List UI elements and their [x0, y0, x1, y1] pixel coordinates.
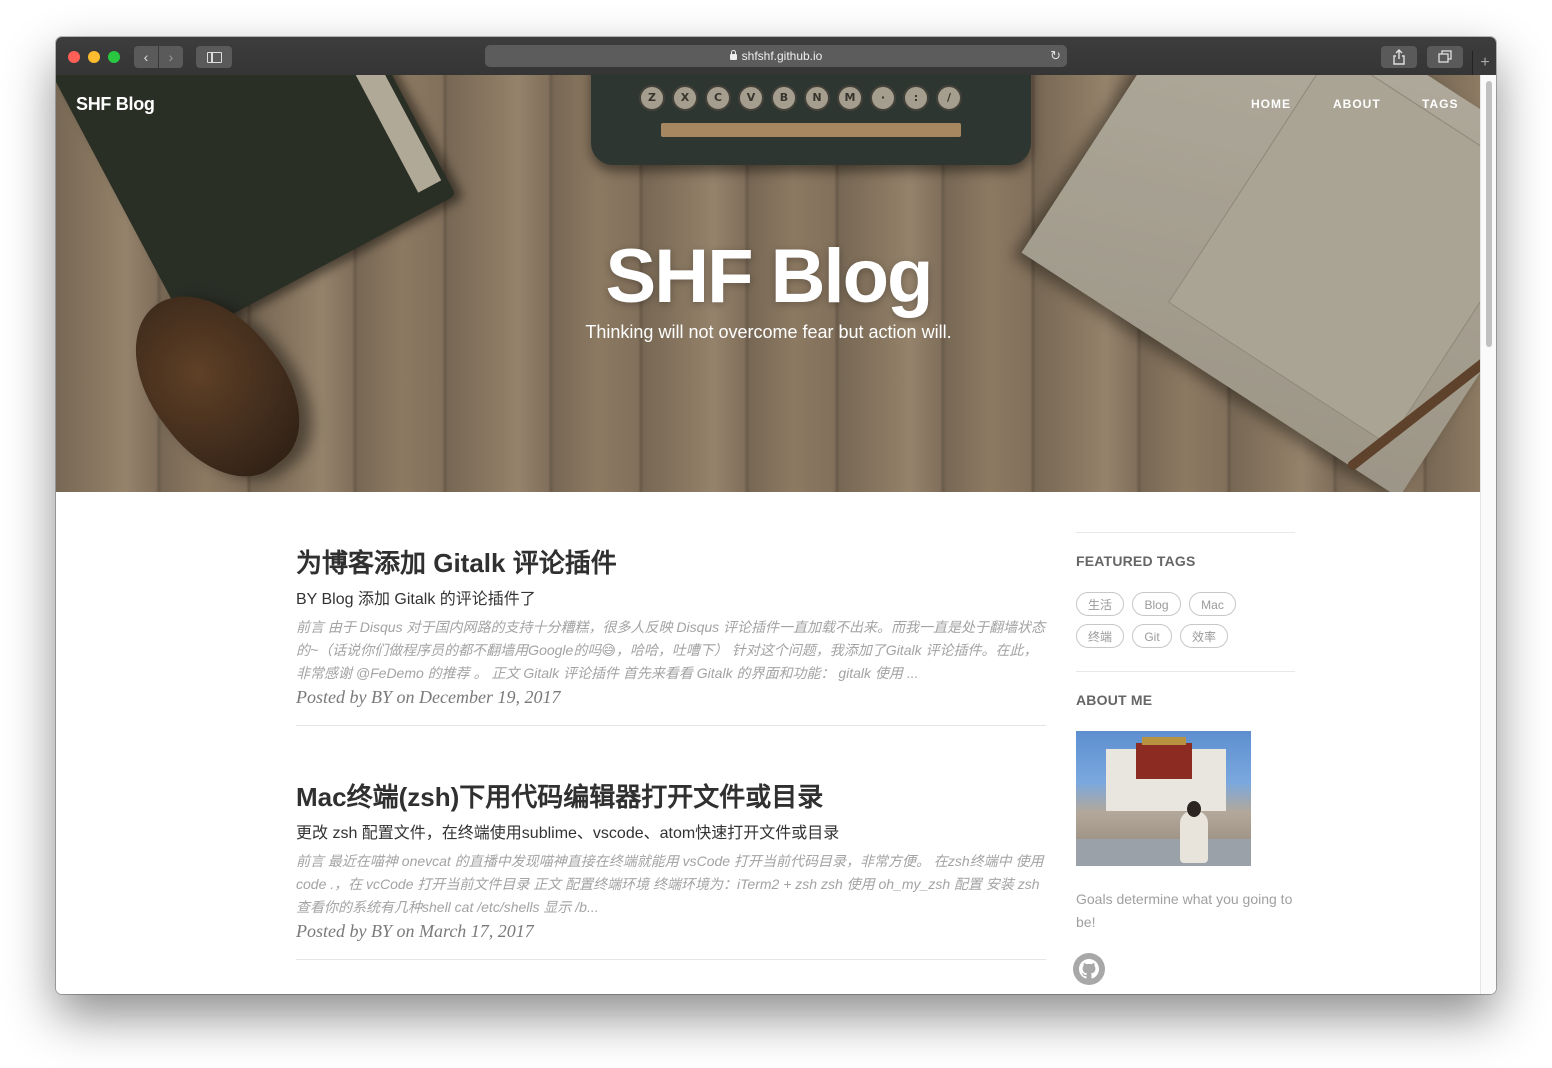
site-brand[interactable]: SHF Blog	[76, 94, 155, 115]
tag-link[interactable]: Mac	[1189, 592, 1236, 616]
share-button[interactable]	[1381, 46, 1417, 68]
divider	[1076, 532, 1295, 533]
sidebar-icon	[207, 52, 222, 63]
featured-tags-heading: FEATURED TAGS	[1076, 553, 1196, 569]
back-button[interactable]: ‹	[134, 46, 158, 68]
tag-link[interactable]: Git	[1132, 624, 1172, 648]
tab-overview-button[interactable]	[1427, 46, 1463, 68]
plus-icon: +	[1480, 54, 1490, 71]
post-excerpt[interactable]: 前言 由于 Disqus 对于国内网路的支持十分糟糕，很多人反映 Disqus …	[296, 616, 1046, 685]
chevron-left-icon: ‹	[143, 49, 149, 65]
browser-window: ‹ › shfshf.github.io ↻ + Z X C V B N M ·…	[56, 37, 1496, 994]
github-icon	[1079, 959, 1099, 979]
post-subtitle[interactable]: 更改 zsh 配置文件，在终端使用sublime、vscode、atom快速打开…	[296, 819, 839, 843]
web-page: Z X C V B N M ·: / SHF Blog HOME ABOUT TAGS SHF …	[56, 75, 1496, 994]
post-subtitle[interactable]: BY Blog 添加 Gitalk 的评论插件了	[296, 585, 536, 609]
scrollbar-thumb[interactable]	[1486, 81, 1492, 347]
chevron-right-icon: ›	[168, 49, 174, 65]
post-title[interactable]: 为博客添加 Gitalk 评论插件	[296, 543, 617, 580]
nav-tags-link[interactable]: TAGS	[1422, 97, 1458, 111]
github-link[interactable]	[1073, 953, 1105, 985]
lock-icon	[729, 50, 737, 60]
address-url: shfshf.github.io	[741, 49, 823, 63]
post-title[interactable]: Mac终端(zsh)下用代码编辑器打开文件或目录	[296, 777, 823, 814]
about-me-photo	[1076, 731, 1251, 866]
minimize-window-button[interactable]	[88, 51, 100, 63]
maximize-window-button[interactable]	[108, 51, 120, 63]
tag-link[interactable]: 效率	[1180, 624, 1228, 648]
reload-icon[interactable]: ↻	[1050, 45, 1061, 67]
nav-about-link[interactable]: ABOUT	[1333, 97, 1381, 111]
tag-link[interactable]: 生活	[1076, 592, 1124, 616]
post-preview: Mac终端(zsh)下用代码编辑器打开文件或目录 更改 zsh 配置文件，在终端…	[296, 726, 1046, 960]
hero-subtitle: Thinking will not overcome fear but acti…	[585, 322, 952, 342]
about-me-text: Goals determine what you going to be!	[1076, 891, 1293, 930]
divider	[1076, 671, 1295, 672]
address-bar[interactable]: shfshf.github.io ↻	[485, 45, 1067, 67]
post-meta: Posted by BY on March 17, 2017	[296, 921, 534, 941]
tag-link[interactable]: Blog	[1132, 592, 1181, 616]
tabs-icon	[1438, 50, 1452, 63]
post-meta: Posted by BY on December 19, 2017	[296, 687, 561, 707]
close-window-button[interactable]	[68, 51, 80, 63]
hero-header: Z X C V B N M ·: / SHF Blog HOME ABOUT TAGS SHF …	[56, 75, 1481, 492]
tag-link[interactable]: 终端	[1076, 624, 1124, 648]
forward-button[interactable]: ›	[159, 46, 183, 68]
nav-home-link[interactable]: HOME	[1251, 97, 1291, 111]
new-tab-button[interactable]: +	[1472, 51, 1496, 75]
post-excerpt[interactable]: 前言 最近在喵神 onevcat 的直播中发现喵神直接在终端就能用 vsCode…	[296, 850, 1046, 919]
hero-title: SHF Blog	[605, 234, 934, 319]
sidebar-toggle-button[interactable]	[196, 46, 232, 68]
post-preview: 为博客添加 Gitalk 评论插件 BY Blog 添加 Gitalk 的评论插…	[296, 492, 1046, 726]
about-me-heading: ABOUT ME	[1076, 692, 1153, 708]
page-scrollbar[interactable]	[1480, 75, 1496, 994]
share-icon	[1393, 49, 1405, 65]
browser-toolbar: ‹ › shfshf.github.io ↻ +	[56, 37, 1496, 76]
post-list: 为博客添加 Gitalk 评论插件 BY Blog 添加 Gitalk 的评论插…	[296, 492, 1046, 960]
